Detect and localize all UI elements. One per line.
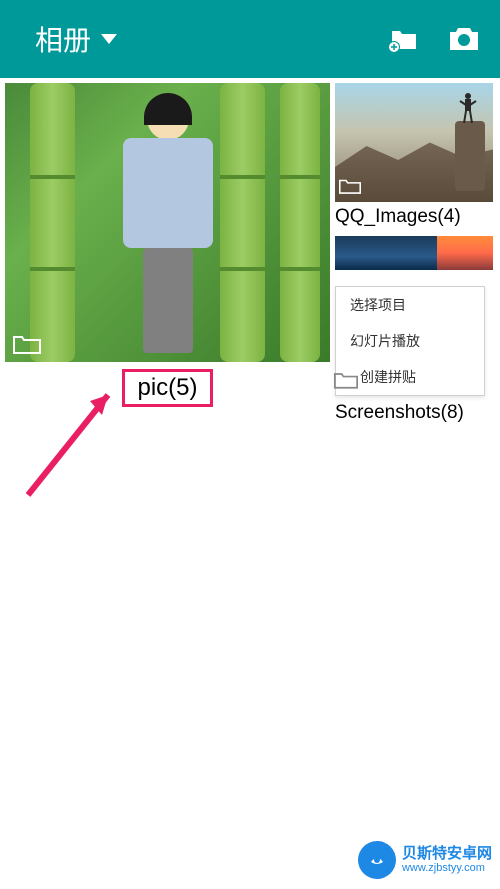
header-title-group[interactable]: 相册 xyxy=(35,19,117,59)
album-pic-label: pic(5) xyxy=(122,369,212,407)
folder-icon xyxy=(334,371,358,389)
folder-icon xyxy=(339,178,367,198)
screenshot-thumb-1 xyxy=(335,236,437,270)
watermark-text: 贝斯特安卓网 www.zjbstyy.com xyxy=(402,846,492,875)
add-folder-icon[interactable] xyxy=(388,27,418,51)
watermark-url: www.zjbstyy.com xyxy=(402,862,492,874)
app-header: 相册 xyxy=(0,0,500,78)
album-qq-images[interactable]: QQ_Images(4) xyxy=(335,83,493,228)
album-screenshots-thumbnail[interactable] xyxy=(335,236,493,270)
decorative-bamboo xyxy=(280,83,320,362)
watermark-logo-icon xyxy=(358,841,396,879)
album-screenshots-label: Screenshots(8) xyxy=(335,402,493,424)
album-pic-label-container: pic(5) xyxy=(5,368,330,407)
decorative-person xyxy=(120,98,215,358)
header-title: 相册 xyxy=(35,19,91,59)
decorative-bamboo xyxy=(30,83,75,362)
dropdown-arrow-icon xyxy=(101,34,117,44)
menu-item-select[interactable]: 选择项目 xyxy=(336,287,484,323)
album-pic[interactable] xyxy=(5,83,330,362)
decorative-bamboo xyxy=(220,83,265,362)
screenshot-thumb-2 xyxy=(437,236,493,270)
watermark-name: 贝斯特安卓网 xyxy=(402,846,492,863)
left-column: pic(5) xyxy=(5,83,330,424)
camera-icon[interactable] xyxy=(448,26,480,52)
right-column: QQ_Images(4) 选择项目 幻灯片播放 创建拼贴 Screenshots… xyxy=(335,83,493,424)
album-qq-images-label: QQ_Images(4) xyxy=(335,206,493,228)
qq-images-thumbnail xyxy=(335,83,493,202)
menu-item-collage[interactable]: 创建拼贴 xyxy=(336,359,484,395)
header-actions xyxy=(388,26,480,52)
albums-grid: pic(5) xyxy=(0,78,500,429)
menu-item-slideshow[interactable]: 幻灯片播放 xyxy=(336,323,484,359)
watermark: 贝斯特安卓网 www.zjbstyy.com xyxy=(358,841,492,879)
context-menu: 选择项目 幻灯片播放 创建拼贴 xyxy=(335,286,485,396)
folder-icon xyxy=(13,334,41,354)
